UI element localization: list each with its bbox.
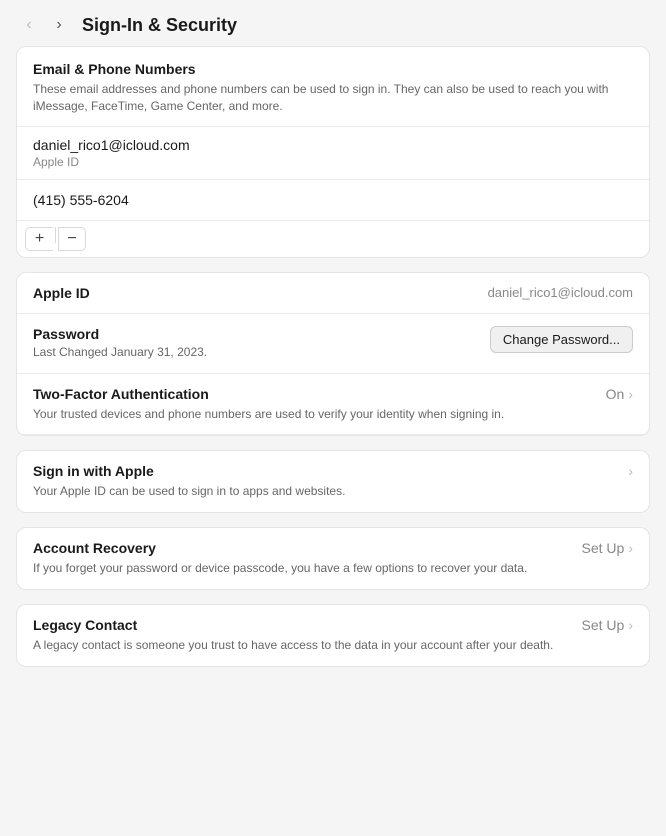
phone-number: (415) 555-6204 xyxy=(33,192,633,208)
email-phone-title: Email & Phone Numbers xyxy=(33,61,633,77)
header: ‹ › Sign-In & Security xyxy=(0,0,666,46)
email-phone-card: Email & Phone Numbers These email addres… xyxy=(16,46,650,258)
account-recovery-row[interactable]: Account Recovery Set Up › If you forget … xyxy=(17,528,649,589)
sign-in-apple-label: Sign in with Apple xyxy=(33,463,628,479)
back-button[interactable]: ‹ xyxy=(16,14,42,36)
window: ‹ › Sign-In & Security Email & Phone Num… xyxy=(0,0,666,836)
account-recovery-description: If you forget your password or device pa… xyxy=(33,560,633,577)
sign-in-apple-top: Sign in with Apple › xyxy=(33,463,633,479)
two-factor-label: Two-Factor Authentication xyxy=(33,386,606,402)
password-row: Password Last Changed January 31, 2023. … xyxy=(17,314,649,374)
email-address: daniel_rico1@icloud.com xyxy=(33,137,633,153)
legacy-contact-chevron-icon: › xyxy=(628,617,633,633)
account-recovery-label: Account Recovery xyxy=(33,540,582,556)
action-divider xyxy=(55,227,56,243)
legacy-contact-description: A legacy contact is someone you trust to… xyxy=(33,637,633,654)
apple-id-label: Apple ID xyxy=(33,285,488,301)
email-phone-description: These email addresses and phone numbers … xyxy=(33,81,633,116)
email-phone-header: Email & Phone Numbers These email addres… xyxy=(17,47,649,127)
sign-in-apple-description: Your Apple ID can be used to sign in to … xyxy=(33,483,633,500)
add-button[interactable]: + xyxy=(25,227,53,251)
apple-id-row: Apple ID daniel_rico1@icloud.com xyxy=(17,273,649,314)
password-label: Password xyxy=(33,326,478,342)
two-factor-top: Two-Factor Authentication On › xyxy=(33,386,633,402)
email-type-label: Apple ID xyxy=(33,155,633,169)
content-area: Email & Phone Numbers These email addres… xyxy=(0,46,666,836)
account-recovery-top: Account Recovery Set Up › xyxy=(33,540,633,556)
change-password-button[interactable]: Change Password... xyxy=(490,326,633,353)
two-factor-description: Your trusted devices and phone numbers a… xyxy=(33,406,633,423)
forward-icon: › xyxy=(56,16,61,34)
two-factor-right: On › xyxy=(606,386,633,402)
forward-button[interactable]: › xyxy=(46,14,72,36)
legacy-contact-right: Set Up › xyxy=(582,617,633,633)
account-recovery-chevron-icon: › xyxy=(628,540,633,556)
card-actions: + − xyxy=(17,221,649,257)
account-recovery-card: Account Recovery Set Up › If you forget … xyxy=(16,527,650,590)
two-factor-row[interactable]: Two-Factor Authentication On › Your trus… xyxy=(17,374,649,436)
legacy-contact-label: Legacy Contact xyxy=(33,617,582,633)
apple-id-value: daniel_rico1@icloud.com xyxy=(488,285,633,300)
account-settings-card: Apple ID daniel_rico1@icloud.com Passwor… xyxy=(16,272,650,437)
phone-item[interactable]: (415) 555-6204 xyxy=(17,180,649,221)
sign-in-apple-row[interactable]: Sign in with Apple › Your Apple ID can b… xyxy=(17,451,649,512)
legacy-contact-top: Legacy Contact Set Up › xyxy=(33,617,633,633)
account-recovery-right: Set Up › xyxy=(582,540,633,556)
back-icon: ‹ xyxy=(26,16,31,34)
email-item[interactable]: daniel_rico1@icloud.com Apple ID xyxy=(17,127,649,180)
legacy-contact-row[interactable]: Legacy Contact Set Up › A legacy contact… xyxy=(17,605,649,666)
two-factor-status: On xyxy=(606,386,625,402)
password-row-right: Change Password... xyxy=(490,326,633,353)
sign-in-apple-chevron-icon: › xyxy=(628,463,633,479)
two-factor-chevron-icon: › xyxy=(628,386,633,402)
legacy-contact-action: Set Up xyxy=(582,617,625,633)
sign-in-apple-card: Sign in with Apple › Your Apple ID can b… xyxy=(16,450,650,513)
password-row-left: Password Last Changed January 31, 2023. xyxy=(33,326,478,361)
legacy-contact-card: Legacy Contact Set Up › A legacy contact… xyxy=(16,604,650,667)
account-recovery-action: Set Up xyxy=(582,540,625,556)
page-title: Sign-In & Security xyxy=(82,15,237,36)
password-sublabel: Last Changed January 31, 2023. xyxy=(33,344,478,361)
sign-in-apple-right: › xyxy=(628,463,633,479)
remove-button[interactable]: − xyxy=(58,227,86,251)
